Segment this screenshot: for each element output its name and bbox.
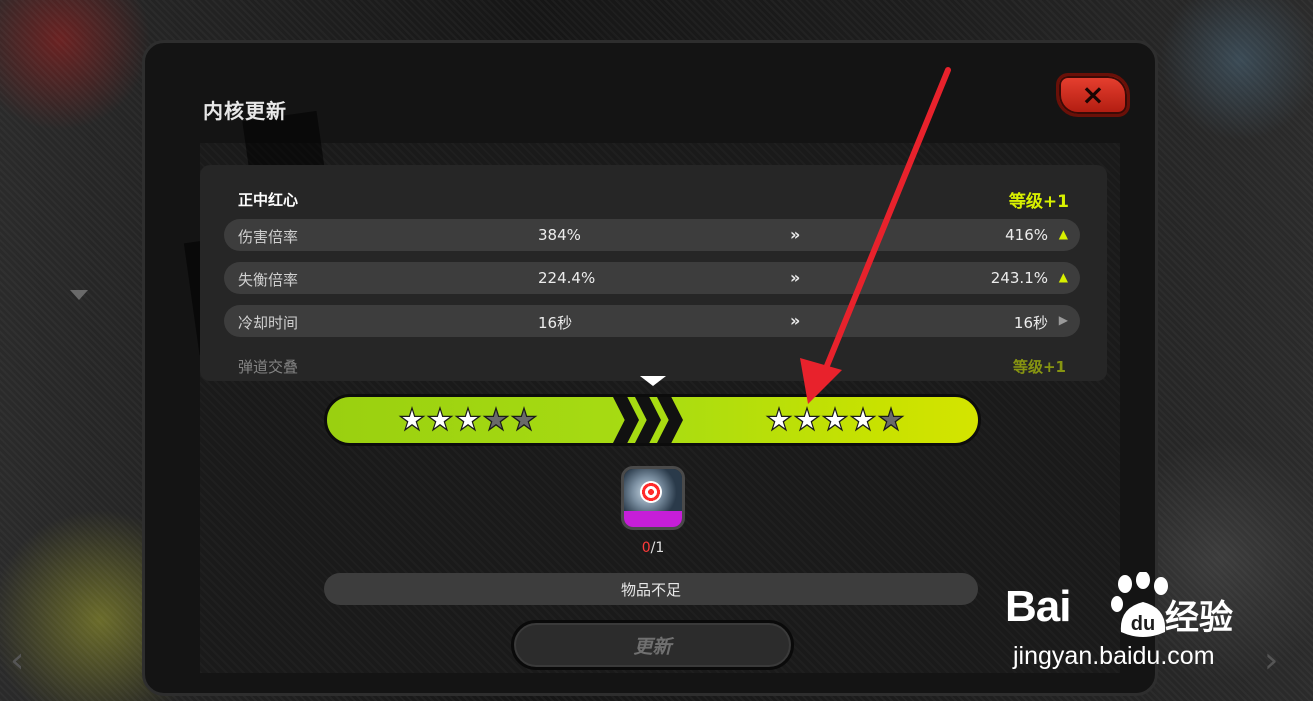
watermark-brand-cn: 经验 (1165, 598, 1233, 638)
dialog-title: 内核更新 (203, 99, 287, 123)
stat-current-value: 16秒 (538, 314, 573, 332)
star-filled-icon (765, 406, 793, 432)
increase-triangle-icon: ▲ (1058, 270, 1068, 284)
stat-label: 伤害倍率 (238, 228, 299, 246)
current-stars (398, 406, 538, 434)
material-count: 0/1 (621, 540, 685, 556)
material-need: /1 (650, 540, 665, 556)
star-rank-bar (324, 394, 981, 446)
background-chevron (70, 290, 88, 300)
stats-panel[interactable]: 正中红心 等级+1 伤害倍率 384% » 416% ▲ 失衡倍率 224.4%… (200, 165, 1107, 381)
star-filled-icon (454, 406, 482, 432)
watermark-url: jingyan.baidu.com (1013, 642, 1215, 670)
star-empty-icon (877, 406, 905, 432)
close-icon: × (1081, 78, 1105, 111)
watermark-brand-right: du (1131, 613, 1155, 635)
double-chevron-icon: » (790, 311, 801, 330)
stat-next-value: 16秒 (1013, 314, 1048, 332)
increase-triangle-icon: ▲ (1058, 227, 1068, 241)
watermark-brand-left: Bai (1005, 582, 1071, 631)
core-item-icon[interactable] (621, 466, 685, 530)
stat-row: 失衡倍率 224.4% » 243.1% ▲ (224, 262, 1080, 294)
star-empty-icon (482, 406, 510, 432)
stat-row: 冷却时间 16秒 » 16秒 ▶ (224, 305, 1080, 337)
material-have: 0 (641, 540, 651, 556)
left-nav-arrow-icon: ‹ (10, 640, 25, 681)
stat-next-value: 416% (1005, 226, 1048, 244)
level-change: 等级+1 (1008, 192, 1069, 212)
unchanged-triangle-icon: ▶ (1058, 313, 1068, 327)
close-button[interactable]: × (1056, 73, 1130, 117)
star-filled-icon (426, 406, 454, 432)
update-button[interactable]: 更新 (511, 620, 794, 670)
star-empty-icon (510, 406, 538, 432)
stat-row: 伤害倍率 384% » 416% ▲ (224, 219, 1080, 251)
star-filled-icon (821, 406, 849, 432)
stat-current-value: 384% (538, 226, 581, 244)
scroll-indicator-icon (640, 376, 666, 386)
double-chevron-icon: » (790, 225, 801, 244)
baidu-watermark: Bai du 经验 jingyan.baidu.com (1005, 560, 1305, 675)
double-chevron-icon: » (790, 268, 801, 287)
star-filled-icon (793, 406, 821, 432)
stat-next-value: 243.1% (990, 269, 1048, 287)
stat-current-value: 224.4% (538, 269, 596, 287)
rank-chevrons-icon (613, 397, 693, 443)
next-stars (765, 406, 905, 434)
insufficient-notice: 物品不足 (324, 573, 978, 605)
stat-label: 冷却时间 (238, 314, 299, 332)
stat-label: 弹道交叠 (238, 358, 299, 376)
stat-label: 失衡倍率 (238, 271, 299, 289)
stat-next-value: 等级+1 (1012, 358, 1066, 376)
star-filled-icon (849, 406, 877, 432)
star-filled-icon (398, 406, 426, 432)
skill-name: 正中红心 (238, 191, 299, 209)
